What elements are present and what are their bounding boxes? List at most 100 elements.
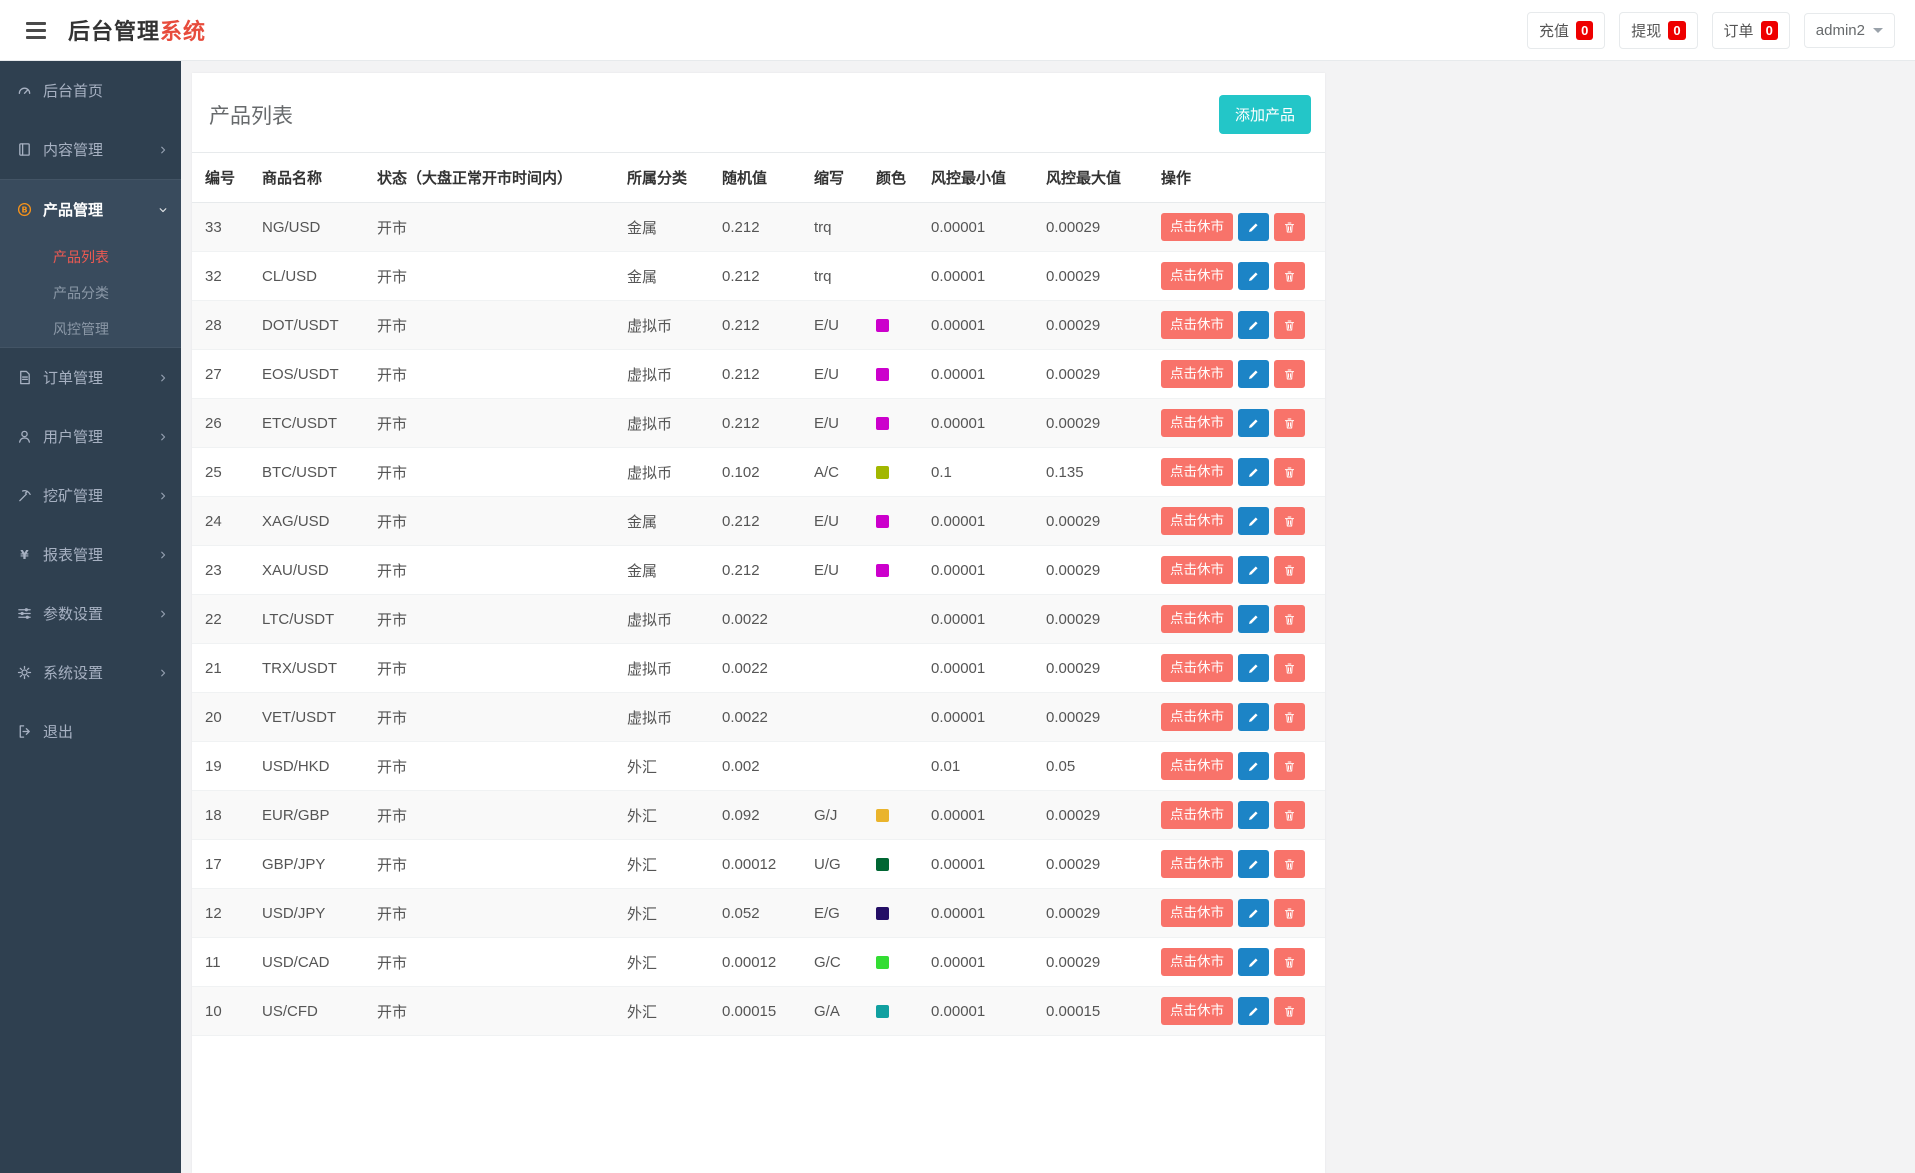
cell-actions: 点击休市: [1151, 643, 1325, 693]
sidebar-item-params[interactable]: 参数设置: [0, 584, 181, 643]
sidebar-item-home[interactable]: 后台首页: [0, 61, 181, 120]
app-title-main: 后台管理: [68, 19, 161, 44]
edit-button[interactable]: [1238, 997, 1269, 1025]
cell-random: 0.212: [712, 349, 804, 399]
edit-button[interactable]: [1238, 801, 1269, 829]
order-count-badge: 0: [1760, 20, 1778, 40]
user-dropdown[interactable]: admin2: [1803, 12, 1895, 48]
suspend-market-button[interactable]: 点击休市: [1161, 262, 1233, 290]
delete-button[interactable]: [1274, 703, 1305, 731]
delete-button[interactable]: [1274, 360, 1305, 388]
suspend-market-button[interactable]: 点击休市: [1161, 409, 1233, 437]
edit-button[interactable]: [1238, 311, 1269, 339]
color-swatch: [876, 368, 889, 382]
suspend-market-button[interactable]: 点击休市: [1161, 899, 1233, 927]
delete-button[interactable]: [1274, 213, 1305, 241]
delete-button[interactable]: [1274, 556, 1305, 584]
delete-button[interactable]: [1274, 605, 1305, 633]
sidebar-group-product: 产品管理 产品列表 产品分类 风控管理: [0, 179, 181, 348]
table-body: 33 NG/USD 开市 金属 0.212 trq 0.00001 0.00029 点击休市 32…: [192, 202, 1325, 1036]
cell-id: 25: [192, 447, 252, 497]
suspend-market-button[interactable]: 点击休市: [1161, 605, 1233, 633]
edit-button[interactable]: [1238, 899, 1269, 927]
edit-button[interactable]: [1238, 703, 1269, 731]
pencil-icon: [1247, 221, 1260, 234]
cell-id: 12: [192, 888, 252, 938]
sidebar-toggle-button[interactable]: [20, 16, 52, 45]
edit-button[interactable]: [1238, 948, 1269, 976]
edit-button[interactable]: [1238, 654, 1269, 682]
cell-status: 开市: [367, 692, 617, 742]
sidebar-subitem-product-list[interactable]: 产品列表: [0, 239, 181, 275]
sidebar-subitem-risk-control[interactable]: 风控管理: [0, 311, 181, 347]
delete-button[interactable]: [1274, 507, 1305, 535]
suspend-market-button[interactable]: 点击休市: [1161, 801, 1233, 829]
cell-actions: 点击休市: [1151, 986, 1325, 1036]
sidebar-subitem-product-category[interactable]: 产品分类: [0, 275, 181, 311]
cell-risk-min: 0.00001: [921, 643, 1036, 693]
delete-button[interactable]: [1274, 752, 1305, 780]
pencil-icon: [1247, 1005, 1260, 1018]
edit-button[interactable]: [1238, 213, 1269, 241]
sidebar-item-logout[interactable]: 退出: [0, 702, 181, 761]
chevron-right-icon: [158, 491, 168, 501]
delete-button[interactable]: [1274, 262, 1305, 290]
edit-button[interactable]: [1238, 850, 1269, 878]
edit-button[interactable]: [1238, 458, 1269, 486]
sidebar-item-users[interactable]: 用户管理: [0, 407, 181, 466]
delete-button[interactable]: [1274, 850, 1305, 878]
sidebar-item-mining[interactable]: 挖矿管理: [0, 466, 181, 525]
sidebar-item-reports[interactable]: 报表管理: [0, 525, 181, 584]
cell-status: 开市: [367, 398, 617, 448]
cell-category: 外汇: [617, 937, 712, 987]
suspend-market-button[interactable]: 点击休市: [1161, 213, 1233, 241]
pencil-icon: [1247, 613, 1260, 626]
pencil-icon: [1247, 858, 1260, 871]
delete-button[interactable]: [1274, 311, 1305, 339]
delete-button[interactable]: [1274, 458, 1305, 486]
suspend-market-button[interactable]: 点击休市: [1161, 703, 1233, 731]
edit-button[interactable]: [1238, 360, 1269, 388]
edit-button[interactable]: [1238, 507, 1269, 535]
delete-button[interactable]: [1274, 948, 1305, 976]
edit-button[interactable]: [1238, 262, 1269, 290]
delete-button[interactable]: [1274, 409, 1305, 437]
sidebar-item-content[interactable]: 内容管理: [0, 120, 181, 179]
sidebar-item-orders[interactable]: 订单管理: [0, 348, 181, 407]
edit-button[interactable]: [1238, 409, 1269, 437]
suspend-market-button[interactable]: 点击休市: [1161, 752, 1233, 780]
suspend-market-button[interactable]: 点击休市: [1161, 507, 1233, 535]
cell-name: ETC/USDT: [252, 398, 367, 448]
edit-button[interactable]: [1238, 752, 1269, 780]
suspend-market-button[interactable]: 点击休市: [1161, 360, 1233, 388]
column-header: 随机值: [712, 152, 804, 203]
cell-color: [866, 790, 921, 840]
add-product-button[interactable]: 添加产品: [1218, 95, 1311, 134]
sidebar-item-system[interactable]: 系统设置: [0, 643, 181, 702]
chevron-right-icon: [158, 550, 168, 560]
trash-icon: [1283, 270, 1296, 283]
cell-category: 外汇: [617, 986, 712, 1036]
column-header: 颜色: [866, 152, 921, 203]
order-button[interactable]: 订单 0: [1711, 11, 1790, 49]
edit-button[interactable]: [1238, 556, 1269, 584]
edit-button[interactable]: [1238, 605, 1269, 633]
suspend-market-button[interactable]: 点击休市: [1161, 654, 1233, 682]
delete-button[interactable]: [1274, 801, 1305, 829]
cell-random: 0.212: [712, 251, 804, 301]
cell-risk-min: 0.00001: [921, 692, 1036, 742]
suspend-market-button[interactable]: 点击休市: [1161, 458, 1233, 486]
suspend-market-button[interactable]: 点击休市: [1161, 997, 1233, 1025]
delete-button[interactable]: [1274, 654, 1305, 682]
sidebar-item-product[interactable]: 产品管理: [0, 180, 181, 239]
delete-button[interactable]: [1274, 899, 1305, 927]
withdraw-button[interactable]: 提现 0: [1619, 11, 1698, 49]
suspend-market-button[interactable]: 点击休市: [1161, 850, 1233, 878]
suspend-market-button[interactable]: 点击休市: [1161, 556, 1233, 584]
recharge-button[interactable]: 充值 0: [1527, 11, 1606, 49]
suspend-market-button[interactable]: 点击休市: [1161, 948, 1233, 976]
user-name: admin2: [1815, 21, 1865, 39]
trash-icon: [1283, 319, 1296, 332]
delete-button[interactable]: [1274, 997, 1305, 1025]
suspend-market-button[interactable]: 点击休市: [1161, 311, 1233, 339]
